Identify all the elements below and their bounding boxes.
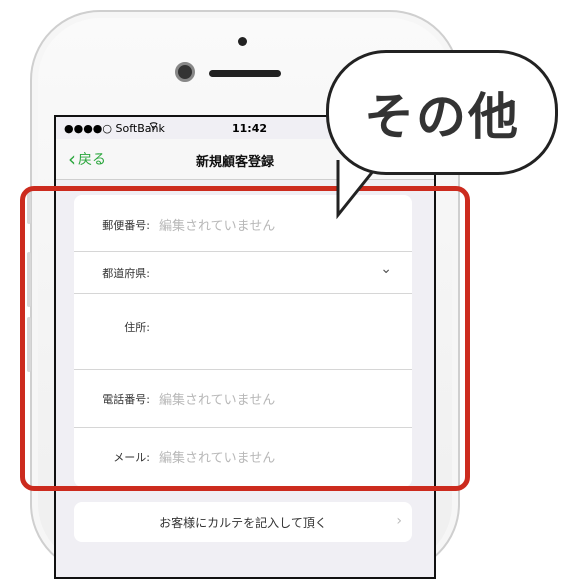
chevron-left-icon: ‹: [68, 147, 76, 171]
callout-text: その他: [364, 87, 520, 146]
speaker-grille: [209, 70, 281, 77]
karte-button[interactable]: お客様にカルテを記入して頂く ›: [74, 502, 412, 542]
back-button[interactable]: ‹ 戻る: [68, 149, 106, 169]
sensor-dot: [238, 37, 247, 46]
chevron-right-icon: ›: [396, 513, 402, 529]
wifi-icon: ⌔: [148, 119, 160, 133]
highlight-frame: [20, 186, 470, 491]
camera-icon: [175, 62, 195, 82]
page-title: 新規顧客登録: [196, 155, 275, 170]
status-time: 11:42: [232, 122, 268, 135]
back-label: 戻る: [78, 152, 106, 168]
karte-button-label: お客様にカルテを記入して頂く: [159, 516, 327, 530]
callout-bubble: その他: [326, 50, 558, 175]
